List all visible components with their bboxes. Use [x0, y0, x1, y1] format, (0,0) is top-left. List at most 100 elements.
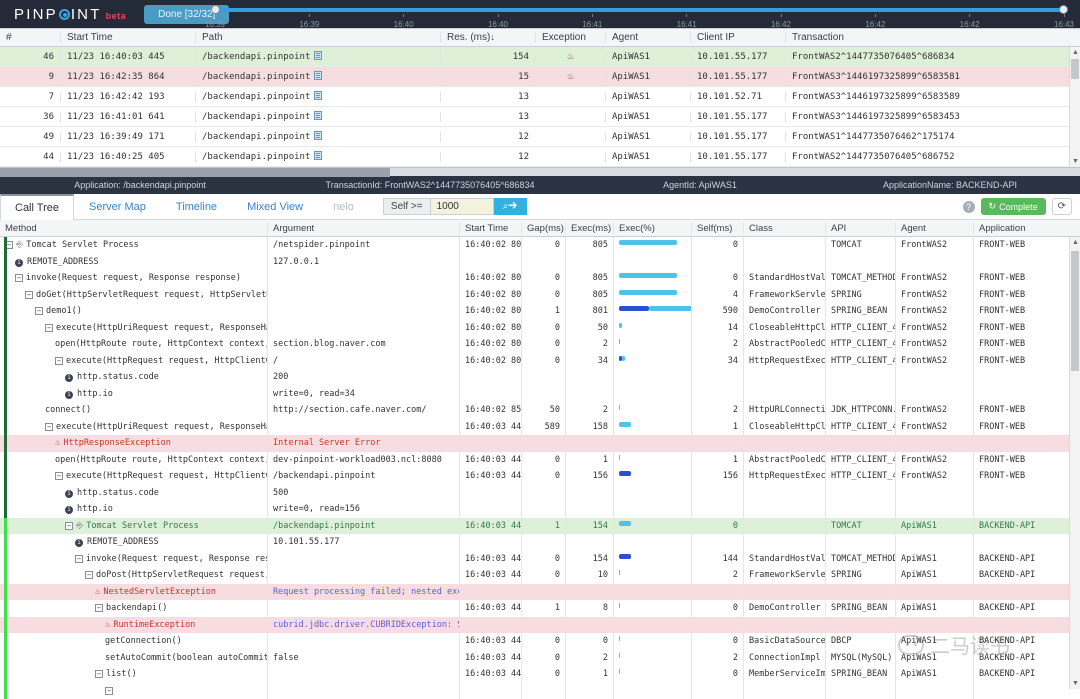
col-api[interactable]: API: [826, 223, 896, 234]
table-row[interactable]: 3611/23 16:41:01 641/backendapi.pinpoint…: [0, 107, 1080, 127]
tab-timeline[interactable]: Timeline: [161, 194, 232, 219]
help-icon[interactable]: ?: [963, 201, 975, 213]
timeline-handle-right[interactable]: [1059, 5, 1068, 14]
document-icon[interactable]: [314, 91, 322, 100]
call-tree-row[interactable]: −doGet(HttpServletRequest request, HttpS…: [0, 287, 1080, 304]
call-tree-row[interactable]: iREMOTE_ADDRESS127.0.0.1: [0, 254, 1080, 271]
tree-toggle-icon[interactable]: −: [75, 555, 83, 563]
table-row[interactable]: 4911/23 16:39:49 171/backendapi.pinpoint…: [0, 127, 1080, 147]
col-transaction[interactable]: Transaction: [785, 32, 1080, 43]
call-tree-row[interactable]: −⎆Tomcat Servlet Process/backendapi.pinp…: [0, 518, 1080, 535]
col-exec-pct[interactable]: Exec(%): [614, 223, 692, 234]
call-tree-row[interactable]: ihttp.iowrite=0, read=34: [0, 386, 1080, 403]
tree-toggle-icon[interactable]: −: [65, 522, 73, 530]
call-tree-row[interactable]: −execute(HttpUriRequest request, Respons…: [0, 320, 1080, 337]
call-tree-row[interactable]: getConnection()16:40:03 446000BasicDataS…: [0, 633, 1080, 650]
call-tree-row[interactable]: −doPost(HttpServletRequest request, Http…: [0, 567, 1080, 584]
call-tree-row[interactable]: ♨NestedServletExceptionRequest processin…: [0, 584, 1080, 601]
call-tree-row[interactable]: setAutoCommit(boolean autoCommitFlag)fal…: [0, 650, 1080, 667]
col-self-ms[interactable]: Self(ms): [692, 223, 744, 234]
call-tree-row[interactable]: −invoke(Request request, Response respon…: [0, 270, 1080, 287]
tree-toggle-icon[interactable]: −: [85, 571, 93, 579]
document-icon[interactable]: [314, 51, 322, 60]
col-agent[interactable]: Agent: [605, 32, 690, 43]
ct-scroll-up-icon[interactable]: ▲: [1070, 237, 1080, 248]
transaction-table-scrollbar[interactable]: ▲ ▼: [1069, 47, 1080, 167]
table-row[interactable]: 4611/23 16:40:03 445/backendapi.pinpoint…: [0, 47, 1080, 67]
ct-scrollbar-thumb[interactable]: [1071, 251, 1079, 371]
document-icon[interactable]: [314, 111, 322, 120]
tab-nelo[interactable]: nelo: [318, 194, 369, 219]
tree-toggle-icon[interactable]: −: [95, 604, 103, 612]
scrollbar-thumb[interactable]: [1071, 59, 1079, 79]
call-tree-row[interactable]: −invoke(Request request, Response respon…: [0, 551, 1080, 568]
hscrollbar-thumb[interactable]: [0, 168, 390, 177]
col-gap-ms[interactable]: Gap(ms): [522, 223, 566, 234]
call-tree-row[interactable]: ♨RuntimeExceptioncubrid.jdbc.driver.CUBR…: [0, 617, 1080, 634]
col-ct-agent[interactable]: Agent: [896, 223, 974, 234]
table-row[interactable]: 911/23 16:42:35 864/backendapi.pinpoint1…: [0, 67, 1080, 87]
col-number[interactable]: #: [0, 32, 60, 43]
call-tree-row[interactable]: −backendapi()16:40:03 446180DemoControll…: [0, 600, 1080, 617]
call-tree-scrollbar[interactable]: ▲ ▼: [1069, 237, 1080, 689]
tree-toggle-icon[interactable]: −: [35, 307, 43, 315]
tree-toggle-icon[interactable]: −: [95, 670, 103, 678]
tab-call-tree[interactable]: Call Tree: [0, 194, 74, 220]
timeline-range-slider[interactable]: 16:3916:3916:4016:4016:4116:4116:4216:42…: [215, 0, 1064, 28]
col-argument[interactable]: Argument: [268, 223, 460, 234]
complete-status-button[interactable]: ↻ Complete: [981, 198, 1046, 215]
call-tree-row[interactable]: −execute(HttpRequest request, HttpClient…: [0, 353, 1080, 370]
cell-self-ms: 2: [692, 402, 744, 419]
col-response-time[interactable]: Res. (ms)↓: [440, 32, 535, 43]
tree-toggle-icon[interactable]: −: [45, 423, 53, 431]
table-row[interactable]: 4411/23 16:40:25 405/backendapi.pinpoint…: [0, 147, 1080, 167]
call-tree-row[interactable]: −list()16:40:03 448010MemberServiceImplS…: [0, 666, 1080, 683]
tab-server-map[interactable]: Server Map: [74, 194, 161, 219]
cell-ct-application: BACKEND-API: [974, 650, 1080, 667]
call-tree-row[interactable]: open(HttpRoute route, HttpContext contex…: [0, 336, 1080, 353]
document-icon[interactable]: [314, 151, 322, 160]
document-icon[interactable]: [314, 71, 322, 80]
col-client-ip[interactable]: Client IP: [690, 32, 785, 43]
col-path[interactable]: Path: [195, 32, 440, 43]
call-tree-row[interactable]: −execute(HttpRequest request, HttpClient…: [0, 468, 1080, 485]
tree-toggle-icon[interactable]: −: [105, 687, 113, 695]
tree-toggle-icon[interactable]: −: [55, 357, 63, 365]
timeline-handle-left[interactable]: [211, 5, 220, 14]
call-tree-row[interactable]: ihttp.status.code500: [0, 485, 1080, 502]
call-tree-row[interactable]: open(HttpRoute route, HttpContext contex…: [0, 452, 1080, 469]
col-ct-start-time[interactable]: Start Time: [460, 223, 522, 234]
table-row[interactable]: 711/23 16:42:42 193/backendapi.pinpoint1…: [0, 87, 1080, 107]
tree-toggle-icon[interactable]: −: [25, 291, 33, 299]
call-tree-row[interactable]: iREMOTE_ADDRESS10.101.55.177: [0, 534, 1080, 551]
call-tree-row[interactable]: ihttp.status.code200: [0, 369, 1080, 386]
call-tree-row[interactable]: −execute(HttpUriRequest request, Respons…: [0, 419, 1080, 436]
call-tree-row[interactable]: ihttp.iowrite=0, read=156: [0, 501, 1080, 518]
call-tree-row[interactable]: ♨HttpResponseExceptionInternal Server Er…: [0, 435, 1080, 452]
col-start-time[interactable]: Start Time: [60, 32, 195, 43]
ct-scroll-down-icon[interactable]: ▼: [1070, 678, 1080, 689]
cell-class: [744, 237, 826, 254]
reload-button[interactable]: ⟳: [1052, 198, 1072, 215]
self-filter-input[interactable]: [430, 198, 494, 215]
col-class[interactable]: Class: [744, 223, 826, 234]
call-tree-row[interactable]: −demo1()16:40:02 8021801590DemoControlle…: [0, 303, 1080, 320]
timeline-track[interactable]: [215, 8, 1064, 12]
call-tree-row[interactable]: connect()http://section.cafe.naver.com/1…: [0, 402, 1080, 419]
tree-toggle-icon[interactable]: −: [45, 324, 53, 332]
document-icon[interactable]: [314, 131, 322, 140]
tab-mixed-view[interactable]: Mixed View: [232, 194, 318, 219]
scroll-down-icon[interactable]: ▼: [1070, 156, 1080, 167]
search-button[interactable]: ⌕➔: [494, 198, 528, 215]
col-exception[interactable]: Exception: [535, 32, 605, 43]
call-tree-row[interactable]: −⎆Tomcat Servlet Process/netspider.pinpo…: [0, 237, 1080, 254]
tree-toggle-icon[interactable]: −: [55, 472, 63, 480]
transaction-table-hscrollbar[interactable]: [0, 167, 1080, 176]
scroll-up-icon[interactable]: ▲: [1070, 47, 1080, 58]
call-tree-row[interactable]: −: [0, 683, 1080, 699]
col-method[interactable]: Method: [0, 223, 268, 234]
col-ct-application[interactable]: Application: [974, 223, 1080, 234]
exec-bar-light: [619, 422, 631, 427]
col-exec-ms[interactable]: Exec(ms): [566, 223, 614, 234]
tree-toggle-icon[interactable]: −: [15, 274, 23, 282]
